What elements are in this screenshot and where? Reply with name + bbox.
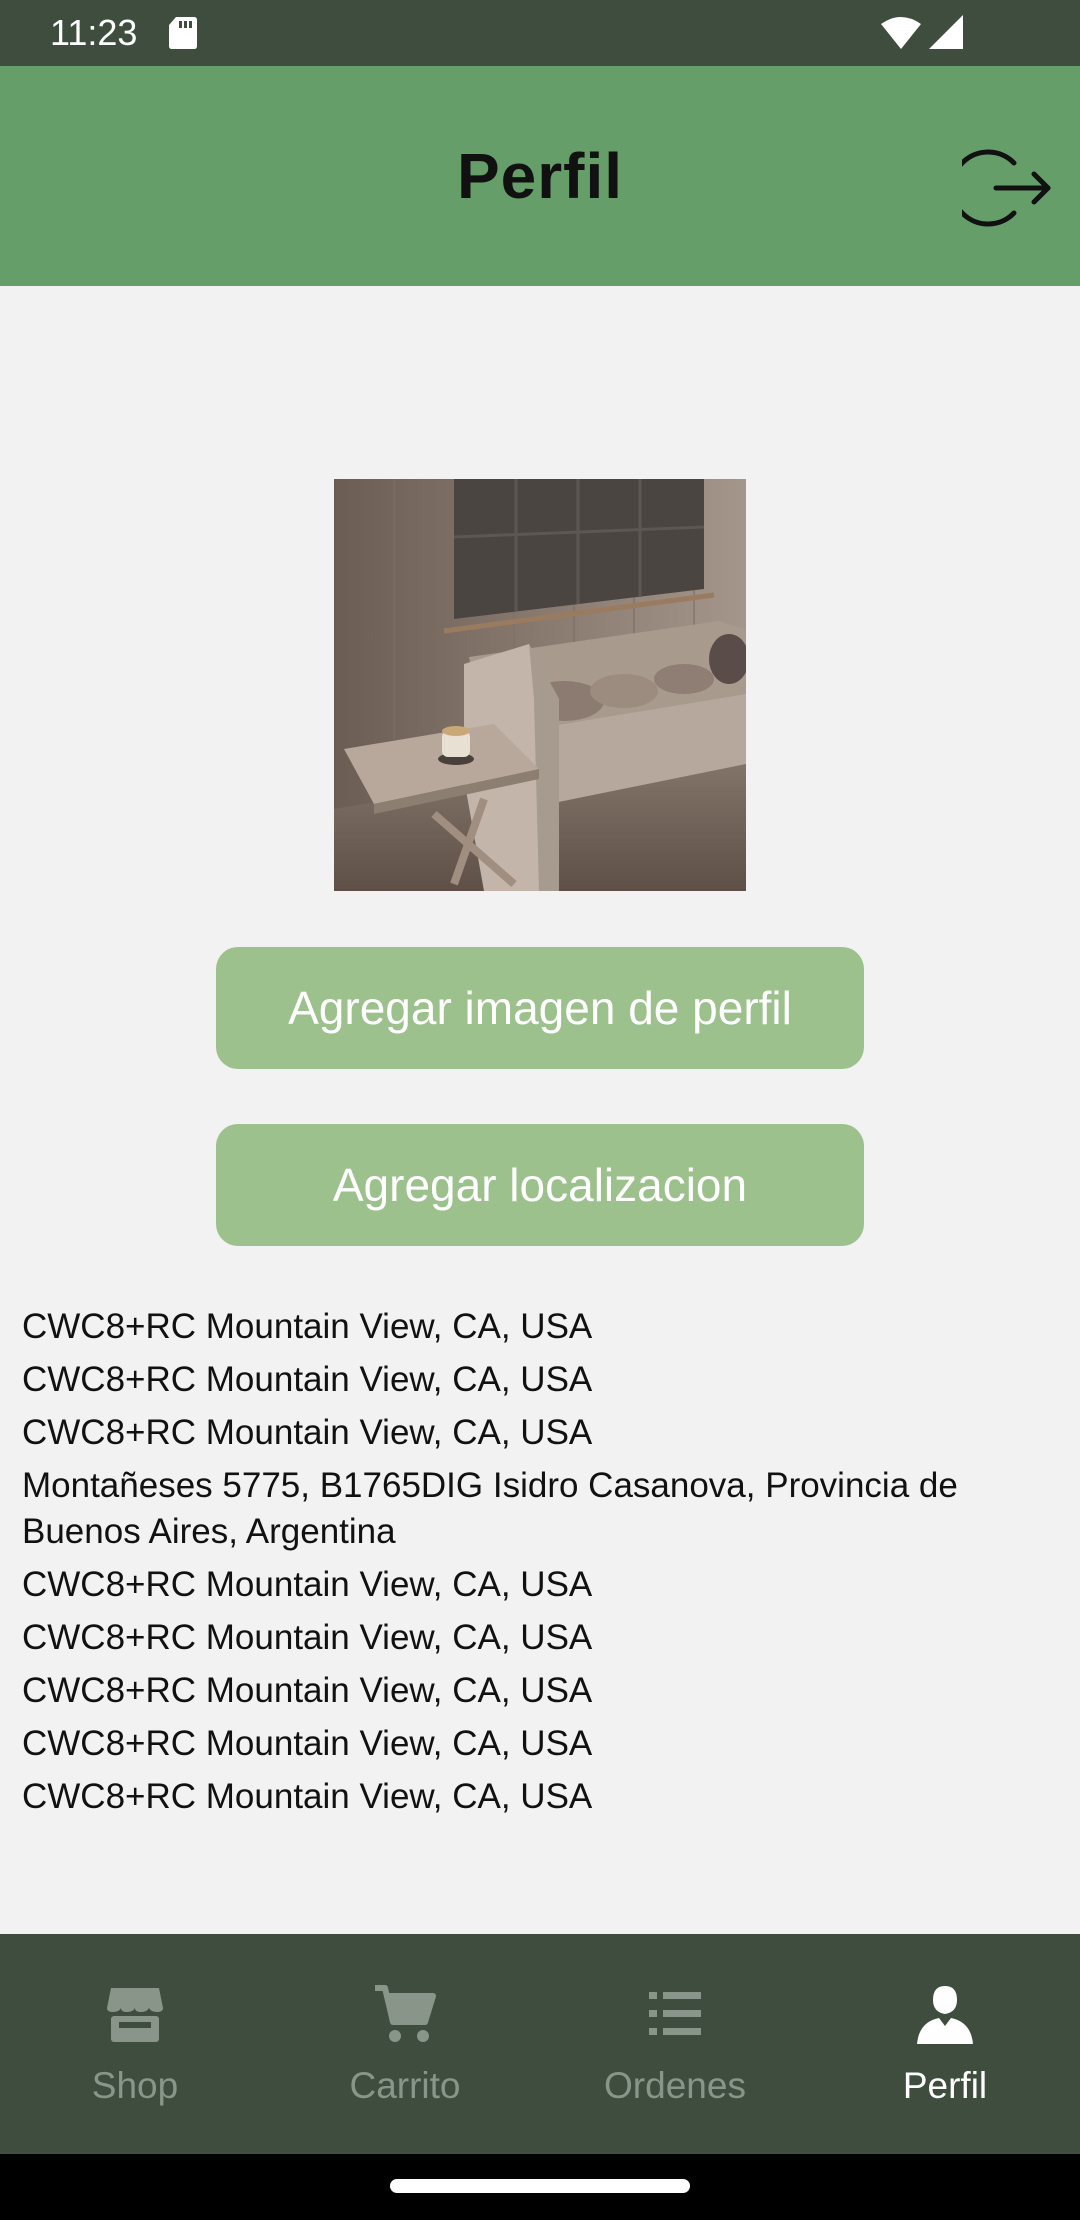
- location-item: CWC8+RC Mountain View, CA, USA: [22, 1777, 593, 1816]
- list-icon: [649, 1992, 701, 2035]
- bottom-nav: Shop Carrito Ordenes Perfil: [0, 1934, 1080, 2154]
- nav-item-perfil[interactable]: Perfil: [810, 1934, 1080, 2154]
- wifi-icon: [881, 17, 921, 49]
- status-time: 11:23: [50, 12, 138, 53]
- nav-item-carrito[interactable]: Carrito: [270, 1934, 540, 2154]
- home-gesture-handle[interactable]: [390, 2179, 690, 2193]
- add-location-button[interactable]: Agregar localizacion: [216, 1124, 864, 1246]
- profile-image: [334, 479, 746, 891]
- location-item: CWC8+RC Mountain View, CA, USA: [22, 1724, 593, 1763]
- location-item: CWC8+RC Mountain View, CA, USA: [22, 1618, 593, 1657]
- nav-item-shop[interactable]: Shop: [0, 1934, 270, 2154]
- logout-button[interactable]: [949, 143, 1052, 233]
- location-item: Montañeses 5775, B1765DIG Isidro Casanov…: [22, 1466, 958, 1551]
- page-title: Perfil: [456, 140, 624, 212]
- signal-icon: [929, 15, 963, 49]
- profile-content: Agregar imagen de perfil Agregar localiz…: [0, 286, 1080, 1934]
- location-item: CWC8+RC Mountain View, CA, USA: [22, 1413, 593, 1452]
- nav-label-carrito: Carrito: [349, 2065, 461, 2106]
- person-icon: [917, 1986, 973, 2044]
- location-item: CWC8+RC Mountain View, CA, USA: [22, 1307, 593, 1346]
- storefront-icon: [107, 1988, 163, 2042]
- location-item: CWC8+RC Mountain View, CA, USA: [22, 1360, 593, 1399]
- logout-icon: [949, 149, 1051, 227]
- status-bar: 11:23: [0, 0, 1080, 66]
- living-room-sofa-photo: [334, 479, 746, 891]
- nav-item-ordenes[interactable]: Ordenes: [540, 1934, 810, 2154]
- nav-label-shop: Shop: [91, 2065, 179, 2106]
- sd-card-icon: [169, 17, 197, 49]
- location-item: CWC8+RC Mountain View, CA, USA: [22, 1671, 593, 1710]
- cart-icon: [375, 1985, 436, 2042]
- add-profile-image-button[interactable]: Agregar imagen de perfil: [216, 947, 864, 1069]
- nav-label-ordenes: Ordenes: [604, 2065, 746, 2106]
- location-list: CWC8+RC Mountain View, CA, USA CWC8+RC M…: [22, 1304, 1062, 1827]
- nav-label-perfil: Perfil: [902, 2065, 988, 2106]
- app-bar: Perfil: [0, 66, 1080, 286]
- system-gesture-bar: [0, 2154, 1080, 2220]
- location-item: CWC8+RC Mountain View, CA, USA: [22, 1565, 593, 1604]
